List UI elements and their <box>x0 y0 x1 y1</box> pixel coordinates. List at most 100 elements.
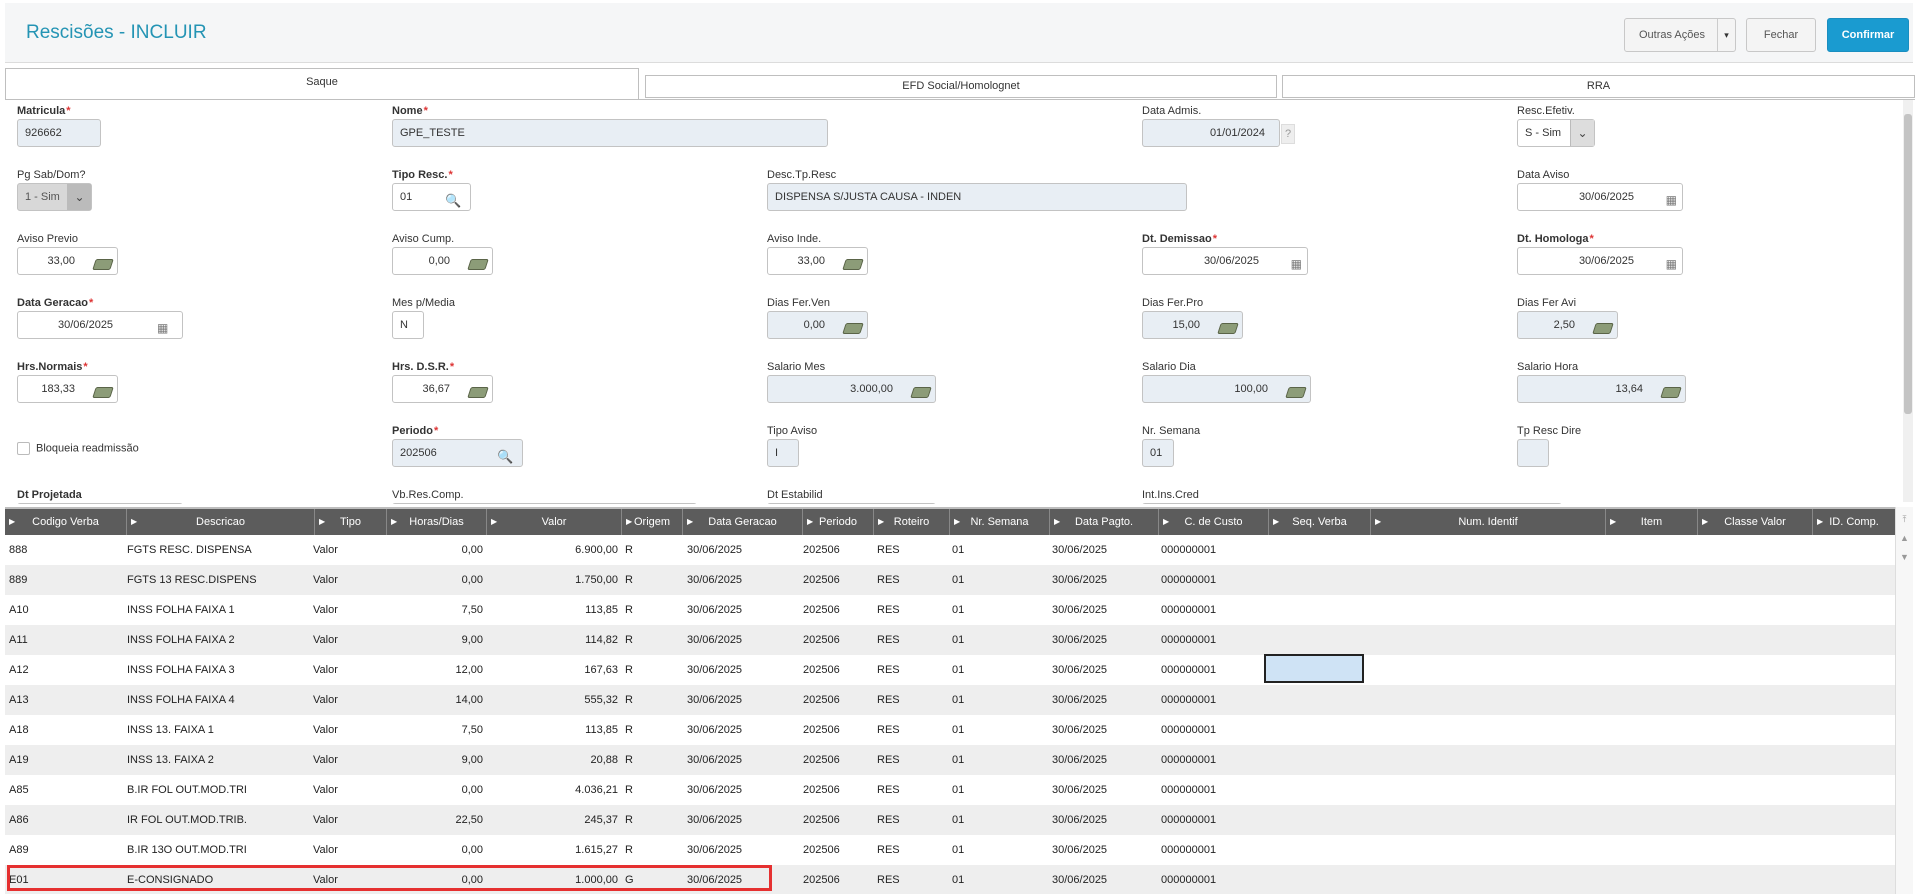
table-cell[interactable]: 30/06/2025 <box>687 625 787 655</box>
tipo-resc-input[interactable]: 01 🔍 <box>392 183 471 211</box>
data-admis-input[interactable]: 01/01/2024 <box>1142 119 1280 147</box>
data-aviso-input[interactable]: 30/06/2025 ▦ <box>1517 183 1683 211</box>
money-icon[interactable] <box>842 318 864 334</box>
table-cell[interactable]: 30/06/2025 <box>687 565 787 595</box>
bloqueia-readmissao-field[interactable]: Bloqueia readmissão <box>17 442 139 455</box>
table-cell[interactable]: 0,00 <box>387 865 483 894</box>
dias-fer-avi-input[interactable]: 2,50 <box>1517 311 1618 339</box>
table-cell[interactable]: 01 <box>952 535 1012 565</box>
close-button[interactable]: Fechar <box>1746 18 1816 52</box>
table-cell[interactable]: 14,00 <box>387 685 483 715</box>
table-cell[interactable]: 1.000,00 <box>487 865 618 894</box>
table-cell[interactable]: 888 <box>9 535 89 565</box>
col-descricao[interactable]: ▶ Descricao <box>127 509 315 535</box>
selected-cell[interactable] <box>1264 654 1364 683</box>
table-cell[interactable]: 0,00 <box>387 535 483 565</box>
table-cell[interactable]: 000000001 <box>1161 805 1261 835</box>
table-cell[interactable]: 9,00 <box>387 745 483 775</box>
table-cell[interactable]: 30/06/2025 <box>1052 625 1152 655</box>
col-tipo[interactable]: ▶ Tipo <box>315 509 387 535</box>
calendar-icon[interactable]: ▦ <box>1657 187 1677 207</box>
hrs-normais-input[interactable]: 183,33 <box>17 375 118 403</box>
table-row[interactable]: A89 B.IR 13O OUT.MOD.TRI Valor 0,00 1.615,27… <box>5 835 1895 865</box>
dt-demissao-input[interactable]: 30/06/2025 ▦ <box>1142 247 1308 275</box>
calendar-icon[interactable]: ▦ <box>1282 251 1302 271</box>
dias-fer-pro-input[interactable]: 15,00 <box>1142 311 1243 339</box>
salario-mes-input[interactable]: 3.000,00 <box>767 375 936 403</box>
table-cell[interactable]: 113,85 <box>487 595 618 625</box>
table-cell[interactable]: RES <box>877 595 937 625</box>
table-cell[interactable]: R <box>625 745 665 775</box>
dt-projetada-input[interactable] <box>17 503 183 504</box>
table-cell[interactable]: R <box>625 685 665 715</box>
table-cell[interactable]: RES <box>877 655 937 685</box>
table-cell[interactable]: 30/06/2025 <box>687 865 787 894</box>
table-row[interactable]: 889 FGTS 13 RESC.DISPENS Valor 0,00 1.750,00… <box>5 565 1895 595</box>
nome-input[interactable]: GPE_TESTE <box>392 119 828 147</box>
table-cell[interactable]: 000000001 <box>1161 685 1261 715</box>
form-scrollbar[interactable] <box>1903 100 1913 502</box>
vb-res-comp-input[interactable] <box>392 503 697 504</box>
table-cell[interactable]: 202506 <box>803 625 863 655</box>
col-roteiro[interactable]: ▶ Roteiro <box>874 509 950 535</box>
table-cell[interactable]: 01 <box>952 595 1012 625</box>
table-cell[interactable]: B.IR FOL OUT.MOD.TRI <box>127 775 307 805</box>
table-cell[interactable]: 30/06/2025 <box>687 775 787 805</box>
table-cell[interactable]: 000000001 <box>1161 865 1261 894</box>
table-cell[interactable]: 30/06/2025 <box>1052 685 1152 715</box>
col-periodo[interactable]: ▶ Periodo <box>803 509 874 535</box>
table-cell[interactable]: Valor <box>313 865 373 894</box>
table-cell[interactable]: R <box>625 715 665 745</box>
table-cell[interactable]: R <box>625 805 665 835</box>
table-cell[interactable]: 01 <box>952 655 1012 685</box>
col-data-pagto[interactable]: ▶ Data Pagto. <box>1050 509 1159 535</box>
table-cell[interactable]: A12 <box>9 655 89 685</box>
table-cell[interactable]: 000000001 <box>1161 835 1261 865</box>
table-cell[interactable]: Valor <box>313 685 373 715</box>
table-cell[interactable]: 30/06/2025 <box>687 835 787 865</box>
calendar-icon[interactable]: ▦ <box>1657 251 1677 271</box>
table-cell[interactable]: 202506 <box>803 655 863 685</box>
hrs-dsr-input[interactable]: 36,67 <box>392 375 493 403</box>
tipo-aviso-input[interactable]: I <box>767 439 799 467</box>
table-cell[interactable]: Valor <box>313 655 373 685</box>
table-cell[interactable]: INSS FOLHA FAIXA 1 <box>127 595 307 625</box>
col-data-geracao[interactable]: ▶ Data Geracao <box>683 509 803 535</box>
table-cell[interactable]: RES <box>877 565 937 595</box>
aviso-inde-input[interactable]: 33,00 <box>767 247 868 275</box>
confirm-button[interactable]: Confirmar <box>1827 18 1909 52</box>
table-cell[interactable]: 113,85 <box>487 715 618 745</box>
calendar-icon[interactable]: ▦ <box>157 315 177 335</box>
scroll-top-icon[interactable]: ⤒ <box>1896 512 1913 526</box>
table-cell[interactable]: 01 <box>952 775 1012 805</box>
money-icon[interactable] <box>467 382 489 398</box>
table-row[interactable]: A85 B.IR FOL OUT.MOD.TRI Valor 0,00 4.036,21… <box>5 775 1895 805</box>
table-cell[interactable]: 555,32 <box>487 685 618 715</box>
table-cell[interactable]: 000000001 <box>1161 715 1261 745</box>
table-cell[interactable]: INSS FOLHA FAIXA 3 <box>127 655 307 685</box>
table-cell[interactable]: 01 <box>952 685 1012 715</box>
table-cell[interactable]: INSS 13. FAIXA 2 <box>127 745 307 775</box>
money-icon[interactable] <box>1592 318 1614 334</box>
table-cell[interactable]: 30/06/2025 <box>687 655 787 685</box>
table-cell[interactable]: FGTS RESC. DISPENSA <box>127 535 307 565</box>
table-cell[interactable]: 01 <box>952 565 1012 595</box>
help-icon[interactable]: ? <box>1281 124 1295 144</box>
money-icon[interactable] <box>467 254 489 270</box>
table-row[interactable]: A10 INSS FOLHA FAIXA 1 Valor 7,50 113,85 R 30/… <box>5 595 1895 625</box>
money-icon[interactable] <box>1217 318 1239 334</box>
table-cell[interactable]: 30/06/2025 <box>1052 745 1152 775</box>
table-cell[interactable]: 7,50 <box>387 715 483 745</box>
tab-efd-social[interactable]: EFD Social/Homolognet <box>645 75 1277 98</box>
tp-resc-dire-input[interactable] <box>1517 439 1549 467</box>
table-cell[interactable]: 30/06/2025 <box>1052 535 1152 565</box>
dt-homologa-input[interactable]: 30/06/2025 ▦ <box>1517 247 1683 275</box>
money-icon[interactable] <box>92 254 114 270</box>
table-cell[interactable]: 30/06/2025 <box>1052 565 1152 595</box>
money-icon[interactable] <box>910 382 932 398</box>
table-cell[interactable]: 202506 <box>803 835 863 865</box>
table-cell[interactable]: 000000001 <box>1161 535 1261 565</box>
col-horas-dias[interactable]: ▶ Horas/Dias <box>387 509 487 535</box>
table-cell[interactable]: R <box>625 625 665 655</box>
table-cell[interactable]: 20,88 <box>487 745 618 775</box>
